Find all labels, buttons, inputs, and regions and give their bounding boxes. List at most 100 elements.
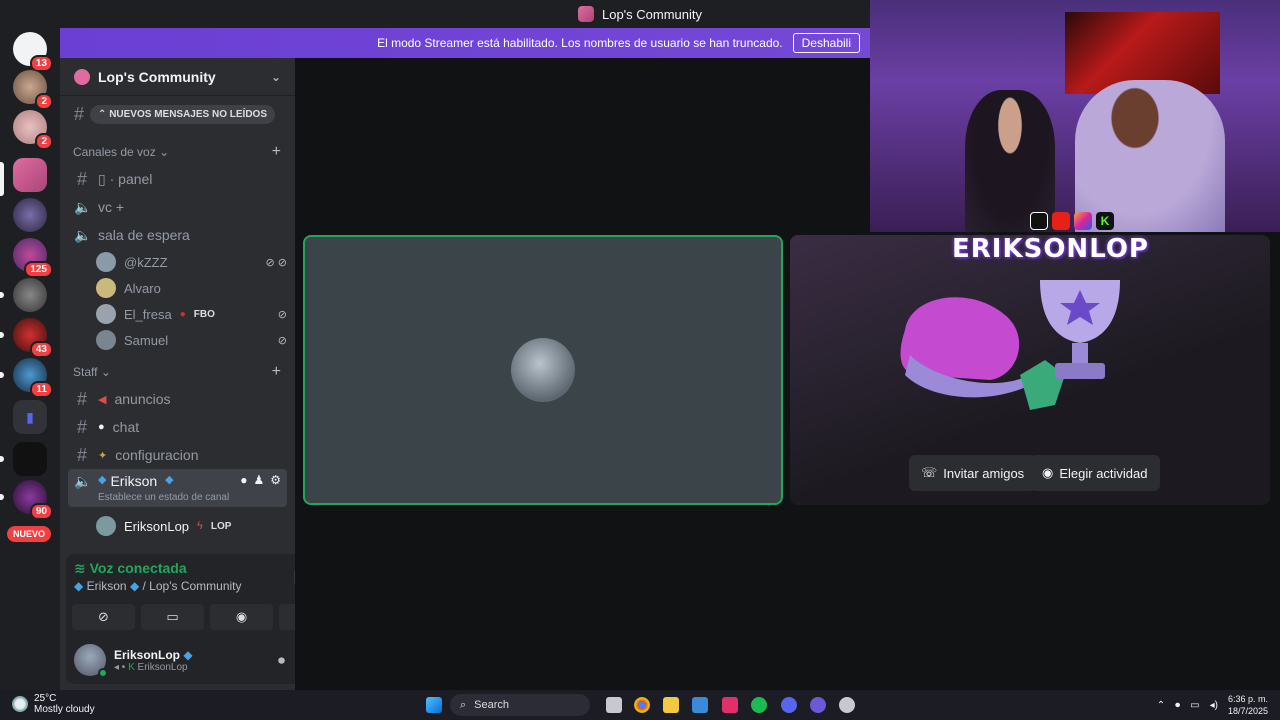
unread-badge: 43 [29,341,53,358]
invite-icon[interactable]: ♟ [253,473,264,487]
voice-user[interactable]: Samuel ⊘ [96,327,287,353]
server-icon[interactable]: 43 [13,318,53,358]
chevron-up-icon[interactable]: ⌃ [1157,700,1165,711]
unread-indicator [0,456,4,462]
tiktok-app-icon[interactable] [722,697,738,713]
task-view-icon[interactable] [606,697,622,713]
channel-label: ▯ · panel [98,170,153,187]
folder-icon[interactable]: ▮ [13,400,47,434]
participant-tile[interactable] [303,235,783,505]
category-voice[interactable]: Canales de voz ⌄ + [60,133,295,165]
screen-share-icon: ▭ [166,609,179,624]
invite-tile: ☏ Invitar amigos ◉ Elegir actividad [790,235,1270,505]
chevron-down-icon: ⌄ [270,69,281,84]
hash-icon: # [76,444,87,465]
channel-status[interactable]: Establece un estado de canal [98,492,229,503]
chrome-icon[interactable] [634,697,650,713]
username: EriksonLop [114,647,181,662]
streamer-person [965,90,1055,232]
server-icon[interactable] [13,442,47,476]
webcam-overlay [870,0,1280,232]
chat-icon[interactable]: ● [240,473,247,487]
activity-button[interactable]: ◉ [210,604,273,630]
diamond-icon: ◆ [98,474,107,486]
camera-off-icon: ⊘ [98,609,109,624]
screen-share-button[interactable]: ▭ [141,604,204,630]
avatar[interactable] [74,644,108,678]
app-icon[interactable] [810,697,826,713]
discord-home-icon[interactable]: 13 [13,32,53,72]
microphone-icon[interactable]: ⏺ [278,652,285,669]
channel-anuncios[interactable]: # ◀ anuncios [68,385,287,413]
avatar [96,252,116,272]
kick-icon: K [1096,212,1114,230]
unread-badge: 125 [24,261,53,278]
discord-icon[interactable] [781,697,797,713]
microphone-icon[interactable]: ⏺ [1175,700,1180,711]
channel-label: vc + [98,199,125,215]
choose-activity-button[interactable]: ◉ Elegir actividad [1030,455,1160,491]
add-user-icon: ☏ [921,465,938,480]
file-explorer-icon[interactable] [663,697,679,713]
channel-chat[interactable]: # ● chat [68,413,287,441]
voice-user[interactable]: @kZZZ ⊘ ⊘ [96,249,287,275]
instagram-icon [1074,212,1092,230]
server-icon[interactable]: 90 [13,480,53,520]
streamer-brand: ERIKSONLOP [952,234,1149,264]
store-icon[interactable] [692,697,708,713]
channel-sala-de-espera[interactable]: 🔈 sala de espera [68,221,287,249]
spotify-icon[interactable] [751,697,767,713]
server-icon[interactable]: 11 [13,358,53,398]
clock[interactable]: 6:36 p. m. 18/7/2025 [1228,693,1268,717]
avatar [96,304,116,324]
speaker-icon: 🔈 [74,198,92,215]
channel-actions: ● ♟ ⚙ [240,473,281,487]
unread-indicator [0,494,4,500]
server-lops-community-icon[interactable] [13,158,47,192]
online-status-icon [98,668,108,678]
voice-user[interactable]: El_fresa ● FBO ⊘ [96,301,287,327]
status-icon: ◂ • [114,661,126,673]
taskbar-search[interactable]: ⌕ Search [450,694,590,716]
diamond-icon: ◆ [165,474,174,486]
channel-erikson-active[interactable]: 🔈 ◆ Erikson ◆ ● ♟ ⚙ Establece un estado … [68,469,287,507]
server-rail: 13 2 2 125 43 11 ▮ 90 NUEVO [0,28,60,690]
dm-avatar[interactable]: 2 [13,70,53,110]
network-icon[interactable]: ▭ [1190,700,1199,711]
add-channel-icon[interactable]: + [272,363,281,381]
channel-label: configuracion [115,447,199,463]
volume-icon[interactable]: ◂) [1210,700,1218,711]
window-title: Lop's Community [601,6,703,22]
invite-friends-button[interactable]: ☏ Invitar amigos [909,455,1037,491]
server-header[interactable]: Lop's Community ⌄ [60,58,295,96]
channel-panel[interactable]: # ▯ · panel [68,165,287,193]
channel-vc[interactable]: 🔈 vc + [68,193,287,221]
category-staff[interactable]: Staff ⌄ + [60,353,295,385]
unread-indicator [0,372,4,378]
channel-configuracion[interactable]: # ✦ configuracion [68,441,287,469]
app-icon[interactable] [839,697,855,713]
gamepad-icon: ◉ [1042,465,1054,480]
unread-badge: 11 [30,381,53,398]
voice-user[interactable]: Alvaro [96,275,287,301]
user-info[interactable]: EriksonLop ◆ ◂ • K EriksonLop [114,648,193,673]
dm-avatar[interactable]: 2 [13,110,53,150]
camera-toggle-button[interactable]: ⊘ [72,604,135,630]
weather-widget[interactable]: 25°C Mostly cloudy [12,693,95,715]
windows-start-icon[interactable] [426,697,442,713]
megaphone-icon: ◀ [98,393,107,406]
disable-streamer-button[interactable]: Deshabili [792,33,860,53]
signal-icon: ≋ [74,560,86,576]
strawberry-icon: ● [179,308,186,320]
server-icon[interactable] [13,198,47,232]
new-unread-button[interactable]: ⌃ NUEVOS MENSAJES NO LEÍDOS [90,105,275,124]
gear-icon[interactable]: ⚙ [270,473,281,487]
voice-user-self[interactable]: EriksonLop ϟ LOP [96,513,287,539]
chevron-down-icon: ⌄ [159,145,170,159]
tiktok-icon [1030,212,1048,230]
trophy-illustration [900,280,1120,410]
hash-icon: # [76,388,87,409]
add-channel-icon[interactable]: + [272,143,281,161]
server-icon[interactable] [13,278,47,312]
server-icon[interactable]: 125 [13,238,53,278]
